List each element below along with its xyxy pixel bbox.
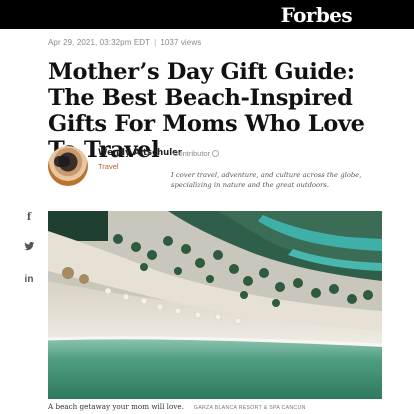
image-credit: GARZA BLANCA RESORT & SPA CANCUN [193,405,306,411]
article-meta: Apr 29, 2021, 03:32pm EDT | 1037 views [48,38,201,47]
aerial-beach-photo [48,211,382,399]
facebook-share-icon[interactable]: f [22,212,36,223]
twitter-share-icon[interactable] [22,241,36,254]
info-icon[interactable] [212,150,220,157]
author-name[interactable]: Wendy Altschuler [98,148,182,158]
top-bar: Forbes [0,0,414,29]
author-avatar[interactable] [48,146,88,186]
view-count: 1037 views [160,38,202,47]
publish-date: Apr 29, 2021, 03:32pm EDT [48,38,151,47]
author-byline: Wendy Altschuler Contributor Travel I co… [48,146,388,194]
linkedin-share-icon[interactable]: in [22,274,36,285]
twitter-bird-icon [23,241,34,251]
forbes-logo[interactable]: Forbes [281,5,353,25]
meta-separator: | [154,38,157,47]
channel-link[interactable]: Travel [98,162,119,171]
avatar-sunglasses [54,156,70,167]
image-caption: A beach getaway your mom will love. GARZA… [48,402,414,411]
author-role-label: Contributor [173,149,211,158]
caption-text: A beach getaway your mom will love. [48,402,184,411]
author-role: Contributor [173,149,220,158]
hero-image [48,211,382,399]
author-bio: I cover travel, adventure, and culture a… [171,171,362,189]
